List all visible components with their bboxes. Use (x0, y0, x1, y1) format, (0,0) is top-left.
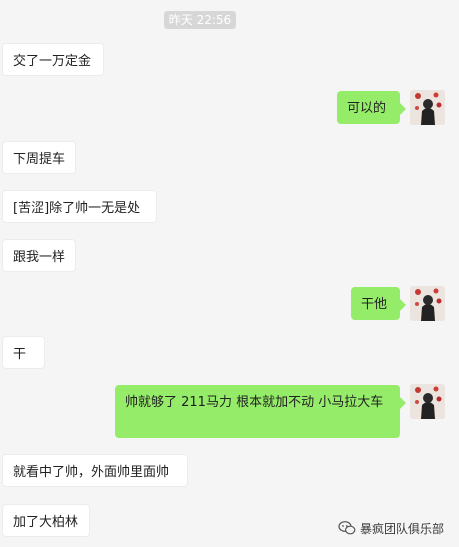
message-bubble-incoming[interactable]: 交了一万定金 (2, 43, 104, 76)
avatar[interactable] (410, 90, 445, 125)
message-bubble-outgoing[interactable]: 帅就够了 211马力 根本就加不动 小马拉大车 (115, 385, 406, 438)
avatar[interactable] (410, 384, 445, 419)
avatar[interactable] (410, 286, 445, 321)
message-bubble-incoming[interactable]: 加了大柏林 (2, 504, 90, 537)
avatar-image (410, 384, 445, 419)
message-bubble-incoming[interactable]: 下周提车 (2, 141, 76, 174)
message-bubble-outgoing[interactable]: 可以的 (337, 91, 406, 124)
message-bubble-incoming[interactable]: 就看中了帅，外面帅里面帅 (2, 454, 188, 487)
avatar-image (410, 286, 445, 321)
chat-timestamp: 昨天 22:56 (164, 11, 236, 29)
message-bubble-outgoing[interactable]: 干他 (351, 287, 406, 320)
watermark-text: 暴疯团队俱乐部 (360, 521, 445, 536)
message-bubble-incoming[interactable]: 干 (2, 336, 45, 369)
avatar-image (410, 90, 445, 125)
message-bubble-incoming[interactable]: 跟我一样 (2, 239, 76, 272)
watermark: 暴疯团队俱乐部 (338, 519, 444, 537)
wechat-icon (338, 521, 356, 535)
message-bubble-incoming[interactable]: [苦涩]除了帅一无是处 (2, 190, 157, 223)
